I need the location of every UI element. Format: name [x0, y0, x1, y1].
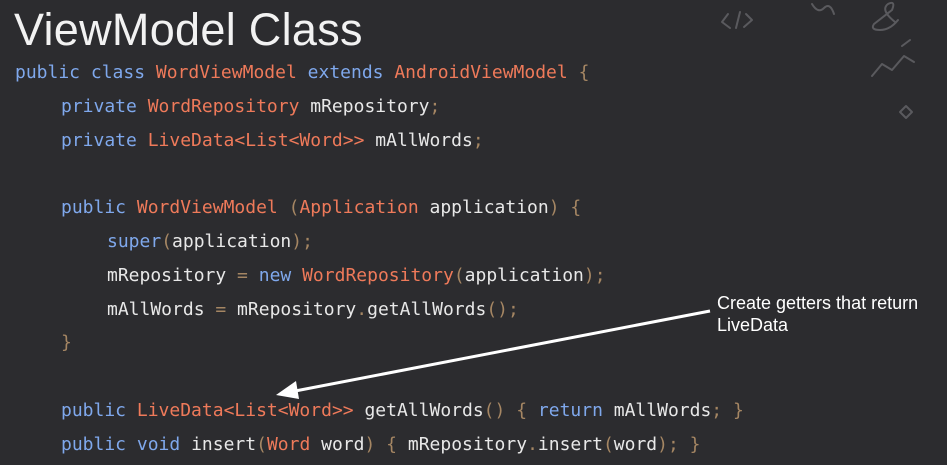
code-token: new	[258, 264, 292, 286]
code-line: mRepository = new WordRepository(applica…	[107, 261, 606, 291]
code-token: ();	[486, 298, 519, 320]
code-token: LiveData<List<Word>>	[136, 400, 354, 421]
code-token: .	[356, 298, 368, 320]
code-token: }	[61, 332, 72, 354]
code-token: (	[288, 197, 300, 219]
code-line: public class WordViewModel extends Andro…	[15, 58, 589, 88]
slide: ViewModel Class public class WordViewMod…	[0, 0, 947, 465]
code-token: getAllWords	[367, 298, 487, 320]
code-token: mRepository	[226, 298, 357, 320]
code-token: Application	[299, 197, 419, 219]
code-token: class	[90, 62, 146, 83]
code-token: (	[161, 231, 173, 252]
code-token: }	[732, 400, 744, 421]
code-token: super	[107, 231, 162, 252]
code-token: )	[548, 197, 560, 219]
code-token: AndroidViewModel	[394, 62, 568, 83]
code-token: public	[61, 197, 127, 219]
code-line: private WordRepository mRepository;	[61, 92, 440, 122]
code-line: mAllWords = mRepository.getAllWords();	[107, 295, 519, 325]
code-token: {	[516, 400, 528, 421]
decorative-shapes-icon	[721, 1, 915, 119]
code-token: );	[657, 433, 679, 455]
code-line: private LiveData<List<Word>> mAllWords;	[61, 126, 484, 156]
code-token: application	[172, 231, 292, 252]
annotation-text: Create getters that return LiveData	[717, 293, 919, 335]
code-token: return	[537, 400, 603, 421]
code-token: WordRepository	[302, 264, 454, 286]
code-line: public LiveData<List<Word>> getAllWords(…	[61, 396, 744, 426]
code-token: ()	[483, 400, 506, 421]
code-token: WordViewModel	[136, 197, 278, 219]
code-token: insert	[537, 433, 603, 455]
code-token: {	[386, 433, 398, 455]
code-token: )	[364, 433, 376, 455]
code-token: .	[527, 433, 538, 455]
code-token: mAllWords	[602, 400, 712, 421]
code-token: LiveData<List<Word>>	[147, 129, 365, 151]
code-token: WordRepository	[147, 95, 300, 117]
code-token: private	[61, 129, 137, 151]
code-token: public	[61, 400, 127, 421]
code-token: (	[256, 433, 267, 455]
code-line: public void insert(Word word) { mReposit…	[61, 430, 701, 460]
code-token: getAllWords	[353, 400, 484, 421]
code-token: public	[61, 433, 127, 455]
code-token: private	[61, 95, 137, 117]
code-token: extends	[307, 62, 384, 83]
code-token: insert	[180, 433, 257, 455]
code-token: );	[291, 231, 313, 252]
code-token: Word	[266, 433, 311, 455]
code-line: public WordViewModel (Application applic…	[61, 193, 581, 223]
code-token: {	[578, 62, 590, 83]
code-token: mAllWords	[364, 129, 473, 151]
code-token: WordViewModel	[155, 62, 297, 83]
code-token: void	[136, 433, 181, 455]
code-token: =	[215, 298, 227, 320]
code-token: }	[689, 433, 701, 455]
code-token: word	[613, 433, 658, 455]
code-token: public	[15, 62, 81, 83]
code-line: }	[61, 328, 72, 358]
code-token: (	[453, 264, 465, 286]
code-token: mAllWords	[107, 298, 216, 320]
code-token: mRepository	[299, 95, 430, 117]
code-token: =	[237, 264, 248, 286]
code-token: ;	[429, 95, 441, 117]
code-token: application	[418, 197, 549, 219]
code-token: (	[602, 433, 614, 455]
code-token: word	[310, 433, 365, 455]
code-token: mRepository	[397, 433, 528, 455]
code-token: );	[583, 264, 606, 286]
code-line: super(application);	[107, 227, 313, 257]
code-token: ;	[472, 129, 484, 151]
code-token: mRepository	[107, 264, 238, 286]
slide-title: ViewModel Class	[14, 4, 363, 55]
code-token: ;	[711, 400, 723, 421]
code-token: {	[570, 197, 582, 219]
code-token: application	[464, 264, 584, 286]
